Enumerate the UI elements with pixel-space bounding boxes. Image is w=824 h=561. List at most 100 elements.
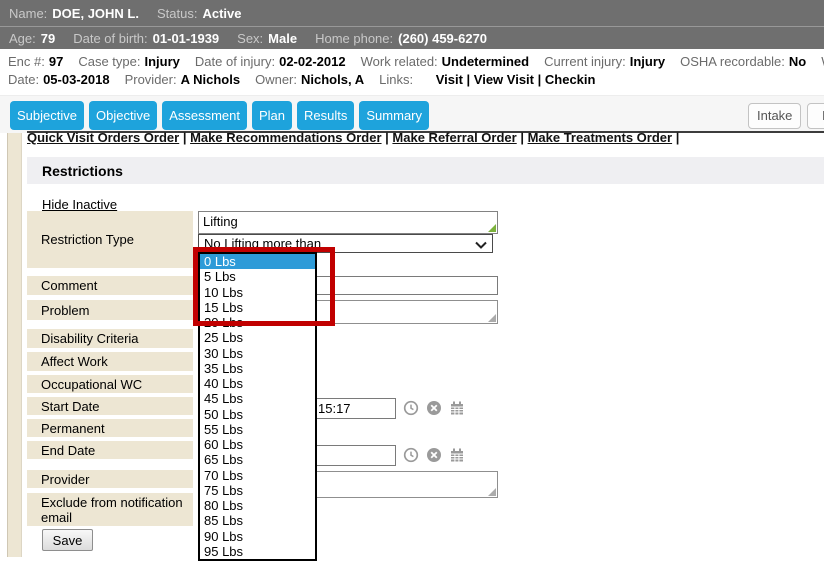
dropdown-option[interactable]: 20 Lbs bbox=[200, 315, 315, 330]
field-label: Name: bbox=[9, 6, 47, 21]
visit-tab[interactable]: Objective bbox=[89, 101, 157, 130]
dropdown-option[interactable]: 65 Lbs bbox=[200, 452, 315, 467]
restriction-name-textarea[interactable]: Lifting bbox=[198, 211, 498, 234]
label-occupational-wc: Occupational WC bbox=[27, 375, 193, 393]
label-disability-criteria: Disability Criteria bbox=[27, 329, 193, 348]
dropdown-option[interactable]: 75 Lbs bbox=[200, 483, 315, 498]
dropdown-option[interactable]: 35 Lbs bbox=[200, 361, 315, 376]
dropdown-option[interactable]: 30 Lbs bbox=[200, 346, 315, 361]
order-links: Quick Visit Orders Order | Make Recommen… bbox=[27, 132, 824, 145]
field-value: No bbox=[789, 54, 806, 69]
field-label: Sex: bbox=[237, 31, 263, 46]
visit-tab[interactable]: Plan bbox=[252, 101, 292, 130]
field-label: Home phone: bbox=[315, 31, 393, 46]
clock-icon[interactable] bbox=[403, 400, 419, 416]
encounter-field: Links: bbox=[379, 72, 432, 87]
order-link[interactable]: Make Treatments Order bbox=[528, 132, 673, 145]
dropdown-option[interactable]: 45 Lbs bbox=[200, 391, 315, 406]
field-value: 02-02-2012 bbox=[279, 54, 346, 69]
dropdown-option[interactable]: 50 Lbs bbox=[200, 407, 315, 422]
dropdown-option[interactable]: 5 Lbs bbox=[200, 269, 315, 284]
encounter-field: OSHA recordable:No bbox=[680, 54, 821, 69]
label-affect-work: Affect Work bbox=[27, 352, 193, 371]
hide-inactive-link[interactable]: Hide Inactive bbox=[42, 197, 117, 212]
restriction-type-select[interactable]: No Lifting more than bbox=[198, 234, 493, 253]
encounter-links: Visit | View Visit | Checkin bbox=[432, 72, 595, 87]
encounter-field: Current injury: Injury bbox=[544, 54, 680, 69]
label-problem: Problem bbox=[27, 300, 193, 320]
clear-icon[interactable] bbox=[426, 400, 442, 416]
field-value: Injury bbox=[630, 54, 665, 69]
patient-field: Status: Active bbox=[157, 6, 260, 21]
patient-field: Name:DOE, JOHN L. bbox=[9, 6, 157, 21]
dropdown-option[interactable]: 60 Lbs bbox=[200, 437, 315, 452]
field-value: Active bbox=[202, 6, 241, 21]
resize-grip-icon[interactable] bbox=[488, 488, 496, 496]
resize-grip-icon[interactable] bbox=[488, 314, 496, 322]
visit-tab[interactable]: Summary bbox=[359, 101, 429, 130]
field-value: 01-01-1939 bbox=[153, 31, 220, 46]
dropdown-option[interactable]: 85 Lbs bbox=[200, 513, 315, 528]
field-label: Age: bbox=[9, 31, 36, 46]
header-buttons: IntakeNu bbox=[748, 103, 824, 129]
dropdown-option[interactable]: 80 Lbs bbox=[200, 498, 315, 513]
field-value: 05-03-2018 bbox=[43, 72, 110, 87]
encounter-field: Owner:Nichols, A bbox=[255, 72, 379, 87]
clear-icon[interactable] bbox=[426, 447, 442, 463]
patient-field: Date of birth: 01-01-1939 bbox=[73, 31, 237, 46]
field-value: 97 bbox=[49, 54, 63, 69]
dropdown-option[interactable]: 40 Lbs bbox=[200, 376, 315, 391]
end-date-icons bbox=[403, 447, 465, 463]
resize-grip-icon[interactable] bbox=[488, 224, 496, 232]
order-links-row: Quick Visit Orders Order | Make Recommen… bbox=[27, 132, 824, 149]
header-button[interactable]: Nu bbox=[807, 103, 824, 129]
header-button[interactable]: Intake bbox=[748, 103, 801, 129]
field-label: Links: bbox=[379, 72, 413, 87]
dropdown-option[interactable]: 90 Lbs bbox=[200, 529, 315, 544]
encounter-fields: Date:05-03-2018Provider:A NicholsOwner:N… bbox=[8, 72, 432, 87]
field-label: Provider: bbox=[125, 72, 177, 87]
visit-section-tabs: SubjectiveObjectiveAssessmentPlanResults… bbox=[10, 101, 429, 130]
dropdown-option[interactable]: 25 Lbs bbox=[200, 330, 315, 345]
label-exclude-notification: Exclude from notification email bbox=[27, 493, 193, 526]
encounter-field: Enc #:97 bbox=[8, 54, 78, 69]
field-value: 79 bbox=[41, 31, 55, 46]
encounter-field: Date: 05-03-2018 bbox=[8, 72, 125, 87]
visit-tab[interactable]: Subjective bbox=[10, 101, 84, 130]
visit-tab[interactable]: Results bbox=[297, 101, 354, 130]
chevron-down-icon bbox=[474, 238, 488, 255]
field-label: Status: bbox=[157, 6, 197, 21]
field-label: Current injury: bbox=[544, 54, 626, 69]
dropdown-option[interactable]: 0 Lbs bbox=[200, 254, 315, 269]
dropdown-option[interactable]: 55 Lbs bbox=[200, 422, 315, 437]
order-link[interactable]: Make Referral Order bbox=[392, 132, 516, 145]
encounter-link[interactable]: Checkin bbox=[545, 72, 596, 87]
label-start-date: Start Date bbox=[27, 397, 193, 415]
field-value: Injury bbox=[144, 54, 179, 69]
section-header: Restrictions bbox=[27, 157, 824, 184]
dropdown-option[interactable]: 15 Lbs bbox=[200, 300, 315, 315]
order-link[interactable]: Quick Visit Orders Order bbox=[27, 132, 179, 145]
calendar-icon[interactable] bbox=[449, 400, 465, 416]
restriction-name-value: Lifting bbox=[203, 214, 238, 229]
encounter-link[interactable]: Visit bbox=[436, 72, 463, 87]
field-value: Male bbox=[268, 31, 297, 46]
calendar-icon[interactable] bbox=[449, 447, 465, 463]
save-button[interactable]: Save bbox=[42, 529, 93, 551]
dropdown-option[interactable]: 70 Lbs bbox=[200, 468, 315, 483]
dropdown-option[interactable]: 10 Lbs bbox=[200, 285, 315, 300]
clock-icon[interactable] bbox=[403, 447, 419, 463]
section-title: Restrictions bbox=[42, 163, 123, 179]
visit-tab[interactable]: Assessment bbox=[162, 101, 247, 130]
left-panel-strip bbox=[7, 133, 22, 557]
weight-dropdown-list: 0 Lbs5 Lbs10 Lbs15 Lbs20 Lbs25 Lbs30 Lbs… bbox=[198, 252, 317, 561]
encounter-field: Work related:Undetermined bbox=[361, 54, 544, 69]
patient-info-bar: Name:DOE, JOHN L.Status: Active bbox=[0, 0, 824, 26]
field-value: Nichols, A bbox=[301, 72, 364, 87]
order-link[interactable]: Make Recommendations Order bbox=[190, 132, 381, 145]
label-permanent: Permanent bbox=[27, 419, 193, 437]
encounter-link[interactable]: View Visit bbox=[474, 72, 534, 87]
patient-field: Home phone:(260) 459-6270 bbox=[315, 31, 505, 46]
field-label: Date of birth: bbox=[73, 31, 147, 46]
field-label: Date: bbox=[8, 72, 39, 87]
